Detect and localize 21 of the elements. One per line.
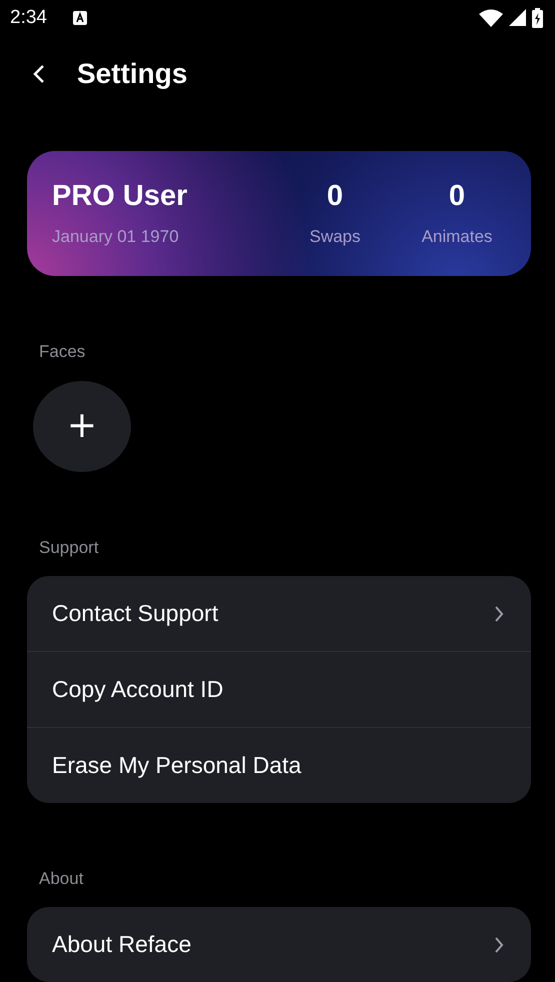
- settings-item[interactable]: Contact Support: [27, 576, 531, 652]
- back-icon[interactable]: [32, 62, 46, 85]
- section-label: About: [39, 869, 84, 890]
- stat-value: 0: [448, 180, 466, 213]
- section-label: Support: [39, 538, 99, 558]
- notification-icon: [72, 10, 87, 25]
- settings-item[interactable]: Erase My Personal Data: [27, 727, 531, 804]
- settings-item[interactable]: Copy Account ID: [27, 651, 531, 728]
- settings-item[interactable]: About Reface: [27, 907, 531, 982]
- stat-value: 0: [326, 180, 344, 213]
- signal-icon: [509, 9, 526, 26]
- page-title: Settings: [77, 58, 188, 90]
- add-face-button[interactable]: +: [33, 380, 131, 472]
- status-time: 2:34: [10, 6, 47, 29]
- stat-label: Animates: [422, 226, 492, 247]
- user-date: January 01 1970: [52, 226, 180, 247]
- stat-label: Swaps: [309, 226, 361, 247]
- wifi-icon: [479, 8, 503, 27]
- user-name: PRO User: [52, 180, 188, 213]
- battery-icon: [532, 8, 543, 28]
- section-label: Faces: [39, 342, 86, 362]
